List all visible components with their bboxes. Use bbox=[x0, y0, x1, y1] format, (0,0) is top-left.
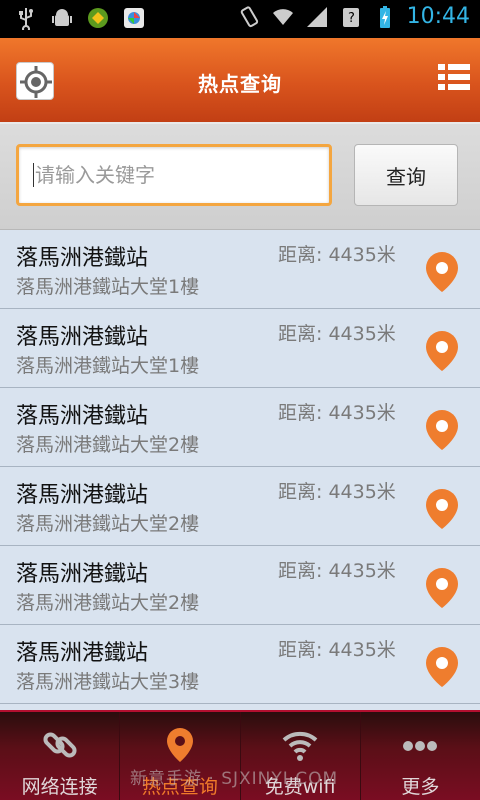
hotspot-address: 落馬洲港鐵站大堂1樓 bbox=[16, 355, 200, 377]
hotspot-list: 落馬洲港鐵站 落馬洲港鐵站大堂1樓 距离: 4435米 落馬洲港鐵站 落馬洲港鐵… bbox=[0, 230, 480, 704]
list-item[interactable]: 落馬洲港鐵站 落馬洲港鐵站大堂2樓 距离: 4435米 bbox=[0, 388, 480, 467]
list-item[interactable]: 落馬洲港鐵站 落馬洲港鐵站大堂2樓 距离: 4435米 bbox=[0, 467, 480, 546]
nav-item-hotspot[interactable]: 热点查询 bbox=[120, 712, 241, 800]
nav-label: 更多 bbox=[401, 776, 440, 798]
location-pin-icon bbox=[166, 728, 193, 762]
hotspot-distance: 距离: 4435米 bbox=[278, 402, 396, 424]
hotspot-name: 落馬洲港鐵站 bbox=[16, 325, 149, 350]
list-item[interactable]: 落馬洲港鐵站 落馬洲港鐵站大堂1樓 距离: 4435米 bbox=[0, 309, 480, 388]
battery-charging-icon bbox=[379, 5, 390, 28]
nav-label: 网络连接 bbox=[21, 776, 98, 798]
store-notification-icon bbox=[124, 8, 144, 28]
text-cursor bbox=[33, 163, 34, 187]
nav-item-more[interactable]: 更多 bbox=[361, 712, 480, 800]
clock: 10:44 bbox=[406, 4, 470, 29]
hotspot-name: 落馬洲港鐵站 bbox=[16, 562, 149, 587]
hotspot-distance: 距离: 4435米 bbox=[278, 639, 396, 661]
search-bar: 查询 bbox=[0, 122, 480, 230]
bottom-nav: 网络连接 热点查询 免费wifi 更多 bbox=[0, 710, 480, 800]
hotspot-distance: 距离: 4435米 bbox=[278, 560, 396, 582]
nav-item-network[interactable]: 网络连接 bbox=[0, 712, 121, 800]
hotspot-name: 落馬洲港鐵站 bbox=[16, 641, 149, 666]
app-notification-icon bbox=[88, 8, 108, 28]
app-header: 热点查询 bbox=[0, 38, 480, 122]
list-item[interactable]: 落馬洲港鐵站 落馬洲港鐵站大堂2樓 距离: 4435米 bbox=[0, 546, 480, 625]
list-menu-button[interactable] bbox=[438, 62, 470, 96]
hotspot-address: 落馬洲港鐵站大堂2樓 bbox=[16, 434, 200, 456]
nav-item-free-wifi[interactable]: 免费wifi bbox=[241, 712, 361, 800]
hotspot-distance: 距离: 4435米 bbox=[278, 323, 396, 345]
nav-label: 免费wifi bbox=[264, 776, 336, 798]
hotspot-name: 落馬洲港鐵站 bbox=[16, 246, 149, 271]
hotspot-name: 落馬洲港鐵站 bbox=[16, 483, 149, 508]
location-pin-icon[interactable] bbox=[422, 566, 462, 610]
list-item[interactable]: 落馬洲港鐵站 落馬洲港鐵站大堂3樓 距离: 4435米 bbox=[0, 625, 480, 704]
page-title: 热点查询 bbox=[198, 72, 282, 96]
hotspot-address: 落馬洲港鐵站大堂2樓 bbox=[16, 513, 200, 535]
usb-icon bbox=[19, 8, 33, 30]
link-icon bbox=[43, 732, 77, 758]
svg-text:?: ? bbox=[348, 11, 355, 26]
hotspot-address: 落馬洲港鐵站大堂2樓 bbox=[16, 592, 200, 614]
location-pin-icon[interactable] bbox=[422, 645, 462, 689]
search-button[interactable]: 查询 bbox=[354, 144, 458, 206]
android-debug-icon bbox=[52, 9, 72, 26]
hotspot-address: 落馬洲港鐵站大堂1樓 bbox=[16, 276, 200, 298]
wifi-status-icon bbox=[272, 8, 293, 25]
signal-icon bbox=[306, 6, 327, 27]
no-sim-icon: ? bbox=[342, 7, 359, 27]
nav-label: 热点查询 bbox=[141, 776, 218, 798]
hotspot-address: 落馬洲港鐵站大堂3樓 bbox=[16, 671, 200, 693]
more-icon bbox=[403, 741, 438, 751]
list-item[interactable]: 落馬洲港鐵站 落馬洲港鐵站大堂1樓 距离: 4435米 bbox=[0, 230, 480, 309]
location-pin-icon[interactable] bbox=[422, 408, 462, 452]
wifi-icon bbox=[282, 731, 318, 761]
location-pin-icon[interactable] bbox=[422, 250, 462, 294]
search-input[interactable] bbox=[16, 144, 332, 206]
hotspot-distance: 距离: 4435米 bbox=[278, 244, 396, 266]
hotspot-name: 落馬洲港鐵站 bbox=[16, 404, 149, 429]
status-bar: ? 10:44 bbox=[0, 0, 480, 38]
vibrate-icon bbox=[240, 5, 258, 27]
location-pin-icon[interactable] bbox=[422, 487, 462, 531]
list-menu-icon bbox=[438, 64, 470, 90]
location-pin-icon[interactable] bbox=[422, 329, 462, 373]
hotspot-distance: 距离: 4435米 bbox=[278, 481, 396, 503]
